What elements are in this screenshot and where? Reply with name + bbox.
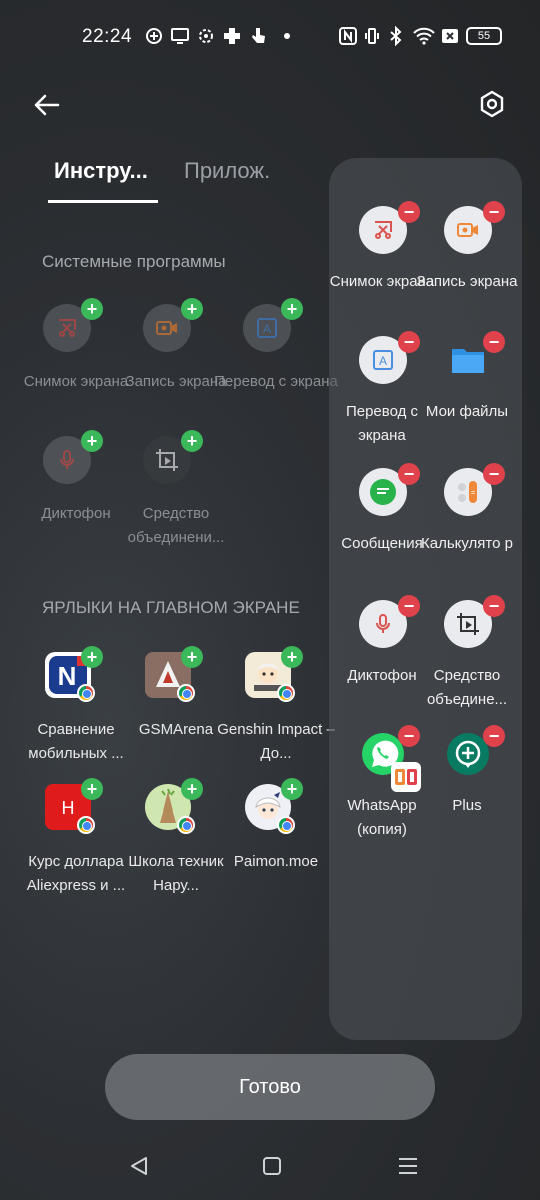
- panel-label: Plus: [452, 797, 482, 814]
- active-tab-indicator: [48, 200, 158, 203]
- panel-item-calculator[interactable]: = − Калькулято р: [419, 420, 515, 552]
- smart-sidebar-panel: − Снимок экрана − Запись экрана A − Пере…: [329, 158, 522, 1040]
- panel-item-messages[interactable]: − Сообщения: [334, 420, 430, 552]
- panel-item-screenshot[interactable]: − Снимок экрана: [330, 158, 434, 290]
- shortcut-tile[interactable]: + Школа техник Нару...: [121, 778, 231, 904]
- panel-item-dictaphone[interactable]: − Диктофон: [334, 552, 430, 684]
- wifi-icon: [412, 24, 436, 48]
- location-icon: [144, 24, 164, 48]
- add-badge[interactable]: +: [181, 646, 203, 668]
- panel-item-translate[interactable]: A − Перевод с экрана: [334, 288, 430, 444]
- add-badge[interactable]: +: [81, 778, 103, 800]
- add-badge[interactable]: +: [81, 646, 103, 668]
- tool-tile-translate[interactable]: A + Перевод с экрана: [214, 298, 338, 424]
- touch-icon: [248, 24, 268, 48]
- done-button[interactable]: Готово: [105, 1054, 435, 1120]
- back-arrow-icon: [34, 94, 60, 116]
- cast-icon: [170, 24, 190, 48]
- chrome-icon: [77, 684, 95, 702]
- remove-badge[interactable]: −: [398, 331, 420, 353]
- svg-text:A: A: [263, 322, 271, 336]
- shortcut-tile[interactable]: N + Сравнение мобильных ...: [21, 646, 131, 772]
- panel-item-combine[interactable]: − Средство объедине...: [419, 552, 515, 708]
- add-badge[interactable]: +: [181, 298, 203, 320]
- remove-badge[interactable]: −: [398, 201, 420, 223]
- remove-badge[interactable]: −: [483, 331, 505, 353]
- tool-tile-screenshot[interactable]: + Снимок экрана: [21, 298, 131, 424]
- tab-tools[interactable]: Инстру...: [54, 158, 148, 184]
- nfc-icon: [338, 24, 358, 48]
- remove-badge[interactable]: −: [483, 725, 505, 747]
- chrome-icon: [177, 816, 195, 834]
- panel-item-screen-record[interactable]: − Запись экрана: [417, 158, 517, 290]
- triangle-back-icon: [131, 1157, 147, 1175]
- svg-text:N: N: [58, 661, 77, 691]
- tool-tile-screen-record[interactable]: + Запись экрана: [121, 298, 231, 424]
- section-title-shortcuts: ЯРЛЫКИ НА ГЛАВНОМ ЭКРАНЕ: [42, 598, 300, 617]
- remove-badge[interactable]: −: [483, 595, 505, 617]
- add-badge[interactable]: +: [81, 298, 103, 320]
- square-home-icon: [263, 1157, 281, 1175]
- svg-text:A: A: [379, 354, 387, 368]
- shortcut-label: Paimon.moe: [233, 853, 319, 870]
- svg-text:H: H: [62, 798, 75, 818]
- add-badge[interactable]: +: [281, 646, 303, 668]
- chrome-icon: [77, 816, 95, 834]
- panel-item-plus[interactable]: − Plus: [419, 682, 515, 814]
- svg-text:=: =: [471, 488, 476, 497]
- back-button[interactable]: [30, 88, 64, 122]
- menu-lines-icon: [399, 1158, 417, 1174]
- clock: 22:24: [82, 26, 133, 47]
- nav-home-button[interactable]: [258, 1152, 286, 1180]
- tool-tile-combine[interactable]: + Средство объединени...: [121, 430, 231, 556]
- chrome-icon: [177, 684, 195, 702]
- remove-badge[interactable]: −: [483, 463, 505, 485]
- settings-button[interactable]: [474, 86, 510, 122]
- remove-badge[interactable]: −: [398, 725, 420, 747]
- add-badge[interactable]: +: [181, 778, 203, 800]
- gear-small-icon: [196, 24, 216, 48]
- remove-badge[interactable]: −: [398, 463, 420, 485]
- chrome-icon: [277, 684, 295, 702]
- dot-icon: [282, 24, 292, 48]
- chrome-icon: [277, 816, 295, 834]
- status-bar: 22:24 55: [0, 0, 540, 72]
- shortcut-label: Genshin Impact – До...: [217, 721, 335, 762]
- bluetooth-icon: [386, 24, 406, 48]
- tool-label: Средство объединени...: [127, 505, 225, 546]
- add-badge[interactable]: +: [281, 778, 303, 800]
- tool-label: Перевод с экрана: [214, 373, 338, 390]
- tab-apps[interactable]: Прилож.: [184, 158, 270, 184]
- plus-cross-icon: [222, 24, 242, 48]
- section-title-system: Системные программы: [42, 252, 226, 271]
- no-sim-icon: [440, 24, 460, 48]
- remove-badge[interactable]: −: [398, 595, 420, 617]
- nav-back-button[interactable]: [125, 1152, 153, 1180]
- shortcut-tile[interactable]: + Paimon.moe: [221, 778, 331, 904]
- remove-badge[interactable]: −: [483, 201, 505, 223]
- vibrate-icon: [362, 24, 382, 48]
- shortcut-tile[interactable]: + Genshin Impact – До...: [217, 646, 335, 772]
- battery-indicator: 55: [466, 27, 502, 45]
- panel-item-my-files[interactable]: − Мои файлы: [419, 288, 515, 420]
- hexagon-settings-icon: [480, 90, 504, 118]
- add-badge[interactable]: +: [181, 430, 203, 452]
- add-badge[interactable]: +: [281, 298, 303, 320]
- clone-badge-icon: [391, 762, 421, 792]
- nav-recents-button[interactable]: [394, 1152, 422, 1180]
- add-badge[interactable]: +: [81, 430, 103, 452]
- panel-item-whatsapp[interactable]: − WhatsApp (копия): [334, 682, 430, 838]
